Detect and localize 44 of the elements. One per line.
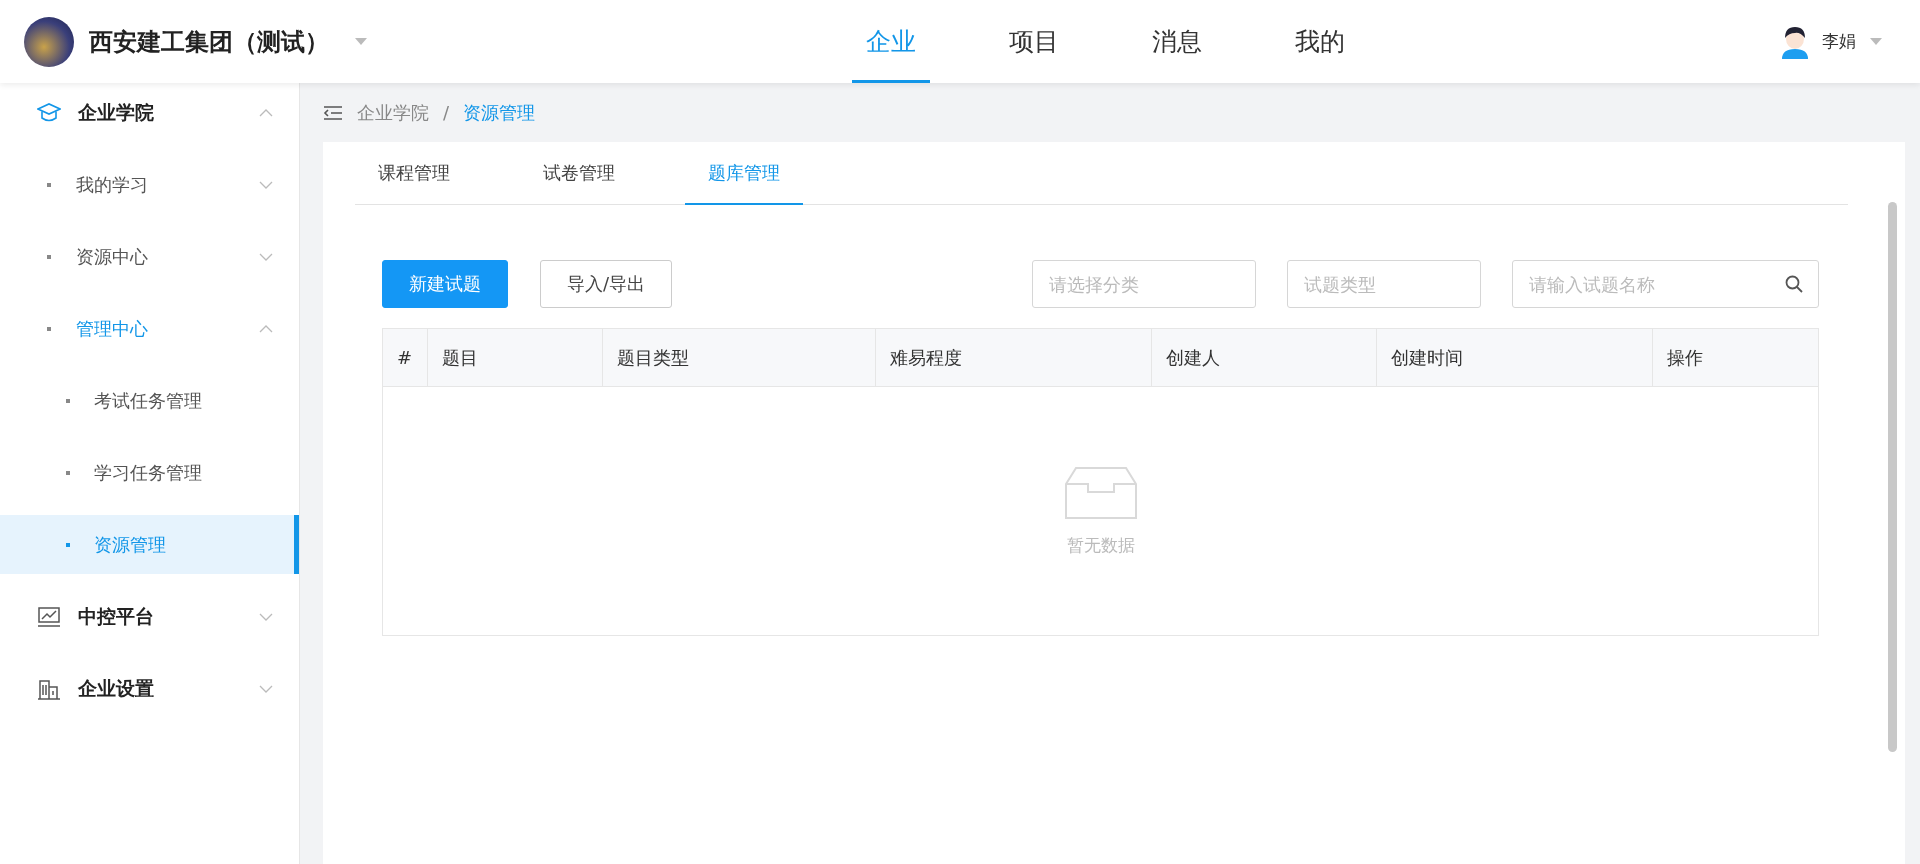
- select-field[interactable]: 试题类型: [1287, 260, 1481, 308]
- chevron-down-icon: [259, 180, 273, 189]
- column-header: 难易程度: [875, 329, 1151, 386]
- column-header: 创建时间: [1376, 329, 1652, 386]
- scrollbar-thumb[interactable]: [1888, 202, 1897, 752]
- nav-tab[interactable]: 我的: [1281, 0, 1359, 83]
- empty-inbox-icon: [1063, 465, 1138, 520]
- select-field[interactable]: 请选择分类: [1032, 260, 1256, 308]
- sidebar-menu-item[interactable]: 资源中心: [0, 227, 299, 286]
- company-logo: [24, 16, 74, 67]
- tab[interactable]: 试卷管理: [520, 142, 638, 205]
- building-icon: [37, 677, 61, 700]
- chevron-up-icon: [259, 324, 273, 333]
- chevron-down-icon: [259, 252, 273, 261]
- user-name[interactable]: 李娟: [1822, 30, 1856, 53]
- chevron-down-icon: [259, 612, 273, 621]
- column-header: 操作: [1652, 329, 1818, 386]
- column-header: 创建人: [1151, 329, 1376, 386]
- sidebar-menu-item[interactable]: 企业学院: [0, 83, 299, 142]
- company-name[interactable]: 西安建工集团（测试）: [89, 25, 329, 58]
- empty-state-text: 暂无数据: [1066, 533, 1135, 557]
- chevron-down-icon: [259, 684, 273, 693]
- menu-collapse-icon[interactable]: [323, 104, 343, 121]
- graduation-cap-icon: [37, 101, 61, 124]
- import-export-button[interactable]: 导入/导出: [540, 260, 673, 308]
- search-field[interactable]: 请输入试题名称: [1512, 260, 1819, 308]
- caret-down-icon[interactable]: [1870, 38, 1882, 45]
- column-header: 题目: [427, 329, 602, 386]
- chevron-up-icon: [259, 108, 273, 117]
- tab[interactable]: 课程管理: [355, 142, 473, 205]
- nav-tab[interactable]: 消息: [1138, 0, 1216, 83]
- sidebar-menu-item[interactable]: 我的学习: [0, 155, 299, 214]
- column-header: 题目类型: [602, 329, 875, 386]
- search-icon[interactable]: [1785, 275, 1803, 293]
- caret-down-icon[interactable]: [355, 38, 367, 45]
- sidebar-menu-item[interactable]: 学习任务管理: [0, 443, 299, 502]
- user-avatar-icon[interactable]: [1780, 24, 1810, 59]
- sidebar-menu-item[interactable]: 中控平台: [0, 587, 299, 646]
- column-header: #: [396, 346, 414, 370]
- sidebar-menu-item[interactable]: 企业设置: [0, 659, 299, 718]
- nav-tab[interactable]: 项目: [995, 0, 1073, 83]
- line-chart-icon: [37, 605, 61, 628]
- sidebar-menu-item[interactable]: 考试任务管理: [0, 371, 299, 430]
- breadcrumb-separator: /: [443, 102, 450, 123]
